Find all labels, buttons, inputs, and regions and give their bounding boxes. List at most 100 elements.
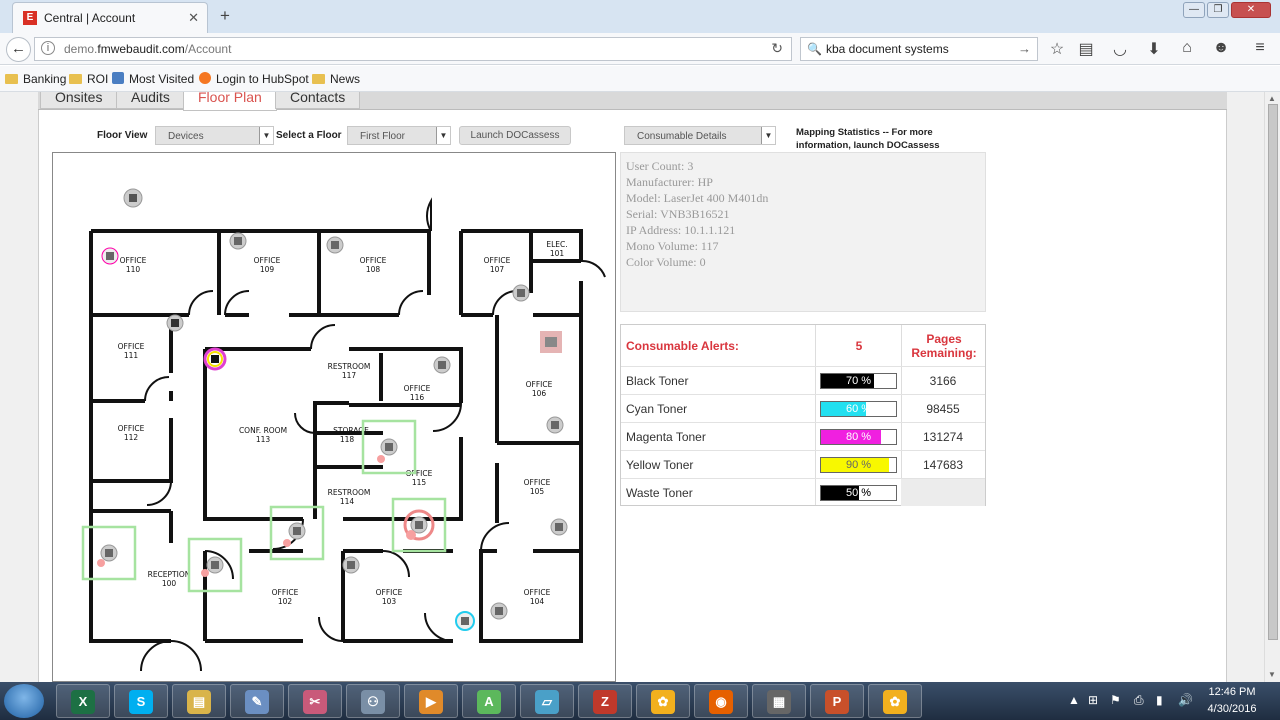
consumable-details-dropdown[interactable]: Consumable Details ▼ <box>624 126 776 145</box>
bookmark-hubspot[interactable]: Login to HubSpot <box>199 72 309 86</box>
tab-close-icon[interactable]: ✕ <box>188 10 199 26</box>
room-label: RECEPTION <box>148 570 191 579</box>
scroll-down-icon[interactable]: ▼ <box>1268 670 1276 679</box>
selected-printer-icon[interactable] <box>203 347 227 371</box>
tab-contacts[interactable]: Contacts <box>275 90 361 109</box>
tab-audits[interactable]: Audits <box>116 90 185 109</box>
clock-time[interactable]: 12:46 PM <box>1200 686 1264 698</box>
info-icon[interactable]: i <box>41 41 55 55</box>
printer-icon[interactable] <box>455 611 475 631</box>
chevron-down-icon[interactable]: ▼ <box>259 127 273 144</box>
launch-docassess-button[interactable]: Launch DOCassess <box>459 126 571 145</box>
bookmark-star-icon[interactable]: ☆ <box>1046 39 1068 59</box>
document-viewer-taskbar-button[interactable]: ▦ <box>752 684 806 718</box>
printer-icon[interactable] <box>490 602 508 620</box>
paint-taskbar-button[interactable]: ✎ <box>230 684 284 718</box>
floor-view-dropdown[interactable]: Devices ▼ <box>155 126 274 145</box>
printer-icon[interactable] <box>550 518 568 536</box>
printer-icon[interactable] <box>512 284 530 302</box>
action-center-icon[interactable]: ⚑ <box>1110 693 1121 707</box>
page-scrollbar[interactable]: ▲ ▼ <box>1264 92 1280 682</box>
home-icon[interactable]: ⌂ <box>1176 39 1198 57</box>
floor-plan-map[interactable]: OFFICE110 OFFICE109 OFFICE108 OFFICE107 … <box>53 153 615 681</box>
printer-icon[interactable] <box>326 236 344 254</box>
menu-icon[interactable]: ≡ <box>1249 39 1271 57</box>
site-favicon: E <box>23 11 37 25</box>
room-number: 113 <box>256 435 271 444</box>
scrollbar-thumb[interactable] <box>1268 104 1278 640</box>
room-label: CONF. ROOM <box>239 426 287 435</box>
tab-onsites[interactable]: Onsites <box>40 90 118 109</box>
bookmark-most-visited[interactable]: Most Visited <box>112 72 194 86</box>
clock-date[interactable]: 4/30/2016 <box>1200 703 1264 715</box>
most-visited-icon <box>112 72 124 84</box>
chat-icon[interactable]: ☻ <box>1210 39 1232 57</box>
windows-flag-icon[interactable]: ⊞ <box>1088 693 1098 707</box>
printer-icon[interactable] <box>342 556 360 574</box>
start-button[interactable] <box>4 684 44 718</box>
tray-expand-icon[interactable]: ▲ <box>1068 693 1080 707</box>
printer-icon[interactable] <box>123 188 143 208</box>
download-icon[interactable]: ⬇ <box>1143 39 1165 59</box>
printer-icon[interactable] <box>100 544 118 562</box>
sunflower-taskbar-button[interactable]: ✿ <box>636 684 690 718</box>
chevron-down-icon[interactable]: ▼ <box>436 127 450 144</box>
maximize-button[interactable]: ❐ <box>1207 2 1229 18</box>
user-count: User Count: 3 <box>626 159 694 173</box>
chevron-down-icon[interactable]: ▼ <box>761 127 775 144</box>
network-icon[interactable]: ▮ <box>1156 693 1163 707</box>
new-tab-button[interactable]: + <box>220 6 230 26</box>
window-close-button[interactable]: ✕ <box>1231 2 1271 18</box>
alert-marker <box>97 559 105 567</box>
search-input[interactable]: 🔍 kba document systems → <box>800 37 1038 61</box>
printer-icon[interactable] <box>206 556 224 574</box>
excel-taskbar-button[interactable]: X <box>56 684 110 718</box>
devices-icon[interactable]: ⎙ <box>1134 693 1144 708</box>
printer-icon[interactable] <box>540 331 562 353</box>
skype-taskbar-button[interactable]: S <box>114 684 168 718</box>
pocket-icon[interactable]: ◡ <box>1109 39 1131 59</box>
volume-icon[interactable]: 🔊 <box>1178 693 1193 707</box>
room-label: OFFICE <box>526 380 553 389</box>
room-number: 103 <box>382 597 397 606</box>
select-floor-dropdown[interactable]: First Floor ▼ <box>347 126 451 145</box>
browser-tab[interactable]: E Central | Account ✕ <box>12 2 208 33</box>
sunflower-taskbar-button[interactable]: ✿ <box>868 684 922 718</box>
alert-marker <box>283 539 291 547</box>
media-player-taskbar-button[interactable]: ▶ <box>404 684 458 718</box>
printer-icon[interactable] <box>101 247 119 265</box>
minimize-button[interactable]: — <box>1183 2 1205 18</box>
back-button[interactable]: ← <box>6 37 31 62</box>
bookmark-roi[interactable]: ROI <box>69 72 108 86</box>
file-manager-taskbar-button[interactable]: ▤ <box>172 684 226 718</box>
toner-level-bar: 80 % <box>820 429 897 445</box>
room-number: 107 <box>490 265 505 274</box>
printer-icon[interactable] <box>433 356 451 374</box>
handshake-taskbar-button[interactable]: ⚇ <box>346 684 400 718</box>
tab-floor-plan[interactable]: Floor Plan <box>183 90 277 111</box>
notes-taskbar-button[interactable]: ▱ <box>520 684 574 718</box>
bookmark-news[interactable]: News <box>312 72 360 86</box>
pages-remaining: 98455 <box>926 402 960 416</box>
printer-icon[interactable] <box>380 438 398 456</box>
reload-icon[interactable]: ↻ <box>771 40 783 57</box>
address-bar[interactable]: i demo.fmwebaudit.com/Account ↻ <box>34 37 792 61</box>
filezilla-taskbar-button[interactable]: Z <box>578 684 632 718</box>
room-number: 106 <box>532 389 547 398</box>
room-number: 112 <box>124 433 139 442</box>
powerpoint-taskbar-button[interactable]: P <box>810 684 864 718</box>
snipping-taskbar-button[interactable]: ✂ <box>288 684 342 718</box>
reading-list-icon[interactable]: ▤ <box>1075 39 1097 59</box>
consumable-details-value: Consumable Details <box>637 131 727 142</box>
sunflower-icon: ✿ <box>651 690 675 714</box>
bookmark-banking[interactable]: Banking <box>5 72 66 86</box>
firefox-taskbar-button[interactable]: ◉ <box>694 684 748 718</box>
printer-icon[interactable] <box>229 232 247 250</box>
scroll-up-icon[interactable]: ▲ <box>1268 94 1276 103</box>
printer-icon[interactable] <box>288 522 306 540</box>
hubspot-icon <box>199 72 211 84</box>
printer-icon[interactable] <box>166 314 184 332</box>
printer-icon[interactable] <box>546 416 564 434</box>
search-go-icon[interactable]: → <box>1018 41 1031 56</box>
android-taskbar-button[interactable]: A <box>462 684 516 718</box>
